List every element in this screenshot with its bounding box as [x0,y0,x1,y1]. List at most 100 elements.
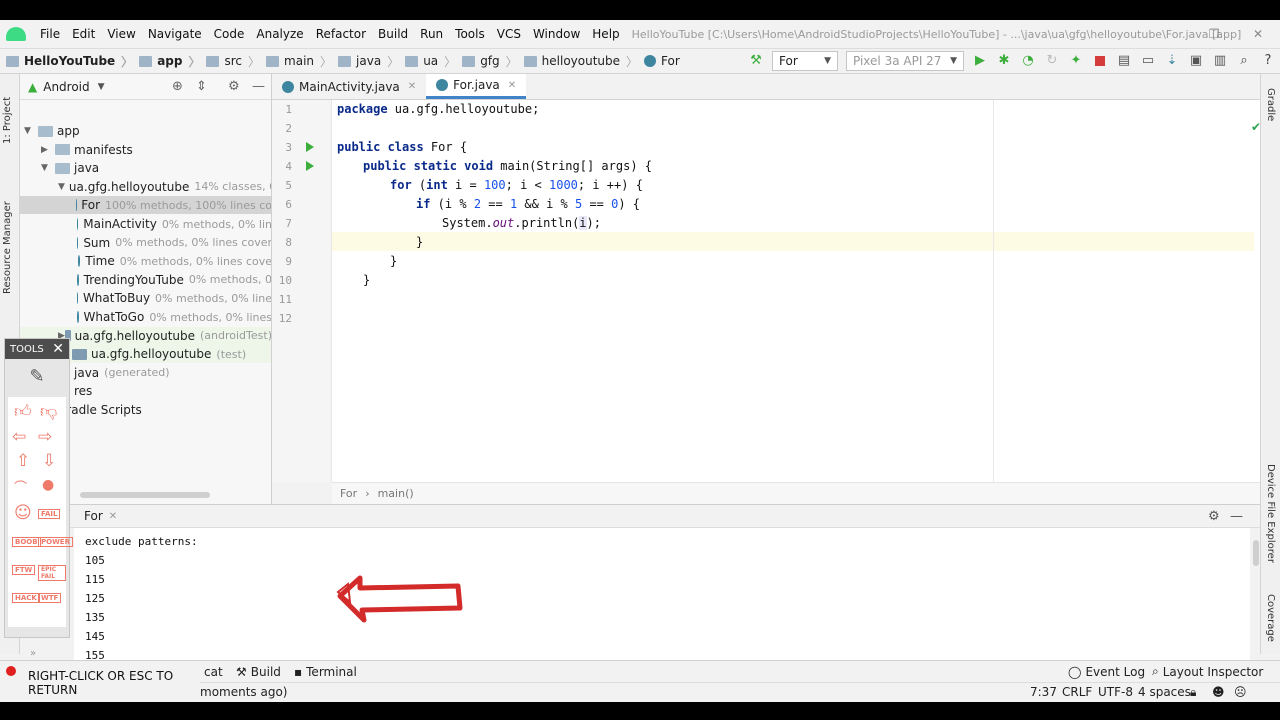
stop-icon[interactable] [1088,50,1112,72]
wtf-stamp[interactable]: WTF [38,593,62,603]
indent-setting[interactable]: 4 spaces [1138,685,1191,699]
device-select[interactable]: Pixel 3a API 27 ▼ [846,51,964,71]
arrow-down-icon[interactable]: ⇩ [42,451,56,471]
settings-gear-icon[interactable]: ⚙ [228,79,240,94]
thumbs-down-icon[interactable]: 👎︎ [40,401,57,422]
expanded-arrow-icon[interactable]: ▼ [58,182,65,192]
arrow-right-icon[interactable]: ⇨ [38,427,52,447]
debug-icon[interactable]: ✱ [992,50,1016,72]
editor-crumb-class[interactable]: For [340,487,357,500]
terminal-tool-button[interactable]: ▪ Terminal [294,665,357,679]
arrow-up-icon[interactable]: ⇧ [16,451,30,471]
run-icon[interactable]: ▶ [968,50,992,72]
avd-manager-icon[interactable]: ▭ [1136,50,1160,72]
tab-mainactivity[interactable]: MainActivity.java ✕ [272,74,426,99]
editor-crumb-method[interactable]: main() [378,487,414,500]
run-console[interactable]: exclude patterns: 105 115 125 135 145 15… [74,528,1250,674]
tree-item[interactable]: WhatToGo 0% methods, 0% lines [20,308,271,326]
thumbs-up-icon[interactable]: 👍︎ [14,401,32,422]
tree-item[interactable]: WhatToBuy 0% methods, 0% line [20,289,271,307]
power-stamp[interactable]: POWER [38,537,73,547]
arrow-left-icon[interactable]: ⇦ [12,427,26,447]
menu-view[interactable]: View [101,27,141,41]
menu-build[interactable]: Build [372,27,414,41]
close-tab-icon[interactable]: ✕ [508,80,516,91]
breadcrumb-for[interactable]: For [638,54,680,68]
settings-gear-icon[interactable]: ⚙ [1208,509,1220,524]
menu-edit[interactable]: Edit [66,27,101,41]
locate-icon[interactable]: ⊕ [172,79,183,94]
feedback-icon[interactable]: ☹ [1234,685,1247,699]
breadcrumb-ua[interactable]: ua 〉 [399,53,456,70]
tree-item[interactable]: ▼ java [20,159,271,177]
inspector-icon[interactable]: ☻ [1212,685,1225,699]
apply-changes-icon[interactable]: ↻ [1040,50,1064,72]
run-class-gutter-icon[interactable] [306,142,314,152]
sdk-manager-icon[interactable]: ⇣ [1160,50,1184,72]
close-window-icon[interactable]: ✕ [1236,20,1280,48]
build-tool-button[interactable]: ⚒ Build [236,665,281,679]
balloon-icon[interactable]: ● [42,477,54,493]
profile-icon[interactable]: ◔ [1016,50,1040,72]
file-encoding[interactable]: UTF-8 [1098,685,1133,699]
collapsed-arrow-icon[interactable]: ▶ [41,145,55,155]
gradle-tool-label[interactable]: Gradle [1265,88,1276,121]
menu-analyze[interactable]: Analyze [250,27,309,41]
menu-file[interactable]: File [34,27,66,41]
tree-item[interactable]: ▶ manifests [20,141,271,159]
resource-manager-label[interactable]: Resource Manager [2,186,13,294]
run-main-gutter-icon[interactable] [306,161,314,171]
hide-panel-icon[interactable]: — [252,79,265,94]
hammer-icon[interactable]: ⚒ [744,50,768,72]
epic-fail-stamp[interactable]: EPIC FAIL [38,565,66,581]
expanded-arrow-icon[interactable]: ▼ [24,126,38,136]
logcat-tool-button[interactable]: cat [204,665,223,679]
tree-item[interactable]: ▼ app [20,122,271,140]
close-tab-icon[interactable]: ✕ [109,511,117,522]
tree-item[interactable]: For 100% methods, 100% lines co [20,196,271,215]
rainbow-icon[interactable]: ⌒ [14,477,27,496]
breadcrumb-main[interactable]: main 〉 [260,53,332,70]
breadcrumb-src[interactable]: src 〉 [200,53,260,70]
close-tab-icon[interactable]: ✕ [408,81,416,92]
hack-stamp[interactable]: HACK [12,593,40,603]
breadcrumb-java[interactable]: java 〉 [332,53,399,70]
layout-inspector-icon[interactable]: ▣ [1184,50,1208,72]
attach-debugger-icon[interactable]: ✦ [1064,50,1088,72]
device-file-explorer-label[interactable]: Device File Explorer [1265,464,1276,563]
menu-window[interactable]: Window [527,27,586,41]
menu-run[interactable]: Run [414,27,449,41]
run-config-select[interactable]: For ▼ [772,51,838,71]
run-tab-for[interactable]: For ✕ [84,509,117,523]
help-icon[interactable]: ? [1256,50,1280,72]
menu-tools[interactable]: Tools [449,27,491,41]
project-view-selector[interactable]: ▲ Android ▼ ⊕ ⇕ ⚙ — [20,74,271,100]
expand-icon[interactable]: » [30,648,36,659]
project-tool-label[interactable]: 1: Project [2,82,13,144]
breadcrumb-helloyoutube[interactable]: helloyoutube 〉 [518,53,638,70]
lock-icon[interactable]: 🔒︎ [1190,685,1196,700]
tree-item[interactable]: MainActivity 0% methods, 0% lin [20,215,271,233]
tree-item[interactable]: Time 0% methods, 0% lines cove [20,252,271,270]
event-log-tool-button[interactable]: ◯ Event Log [1068,665,1145,679]
layout-inspector-tool-button[interactable]: ⌕ Layout Inspector [1152,664,1263,679]
project-structure-icon[interactable]: ▥ [1208,50,1232,72]
horizontal-scrollbar[interactable] [80,492,210,498]
hide-panel-icon[interactable]: — [1230,509,1243,524]
menu-refactor[interactable]: Refactor [310,27,372,41]
line-separator[interactable]: CRLF [1062,685,1092,699]
breadcrumb-app[interactable]: app 〉 [133,53,200,70]
smiley-icon[interactable]: ☺ [14,503,32,523]
menu-navigate[interactable]: Navigate [142,27,208,41]
code-editor[interactable]: package ua.gfg.helloyoutube; public clas… [332,100,1260,482]
caret-position[interactable]: 7:37 [1030,685,1057,699]
breadcrumb-project[interactable]: HelloYouTube 〉 [0,53,133,70]
tree-item[interactable]: ▼ua.gfg.helloyoutube 14% classes, 6% [20,178,271,196]
close-icon[interactable]: ✕ [52,341,64,357]
tree-item[interactable]: TrendingYouTube 0% methods, 0 [20,271,271,289]
sync-project-icon[interactable]: ▤ [1112,50,1136,72]
expanded-arrow-icon[interactable]: ▼ [41,163,55,173]
tab-for[interactable]: For.java ✕ [426,74,527,99]
ftw-stamp[interactable]: FTW [12,565,36,575]
pen-tool-icon[interactable]: ✎ [5,359,69,393]
